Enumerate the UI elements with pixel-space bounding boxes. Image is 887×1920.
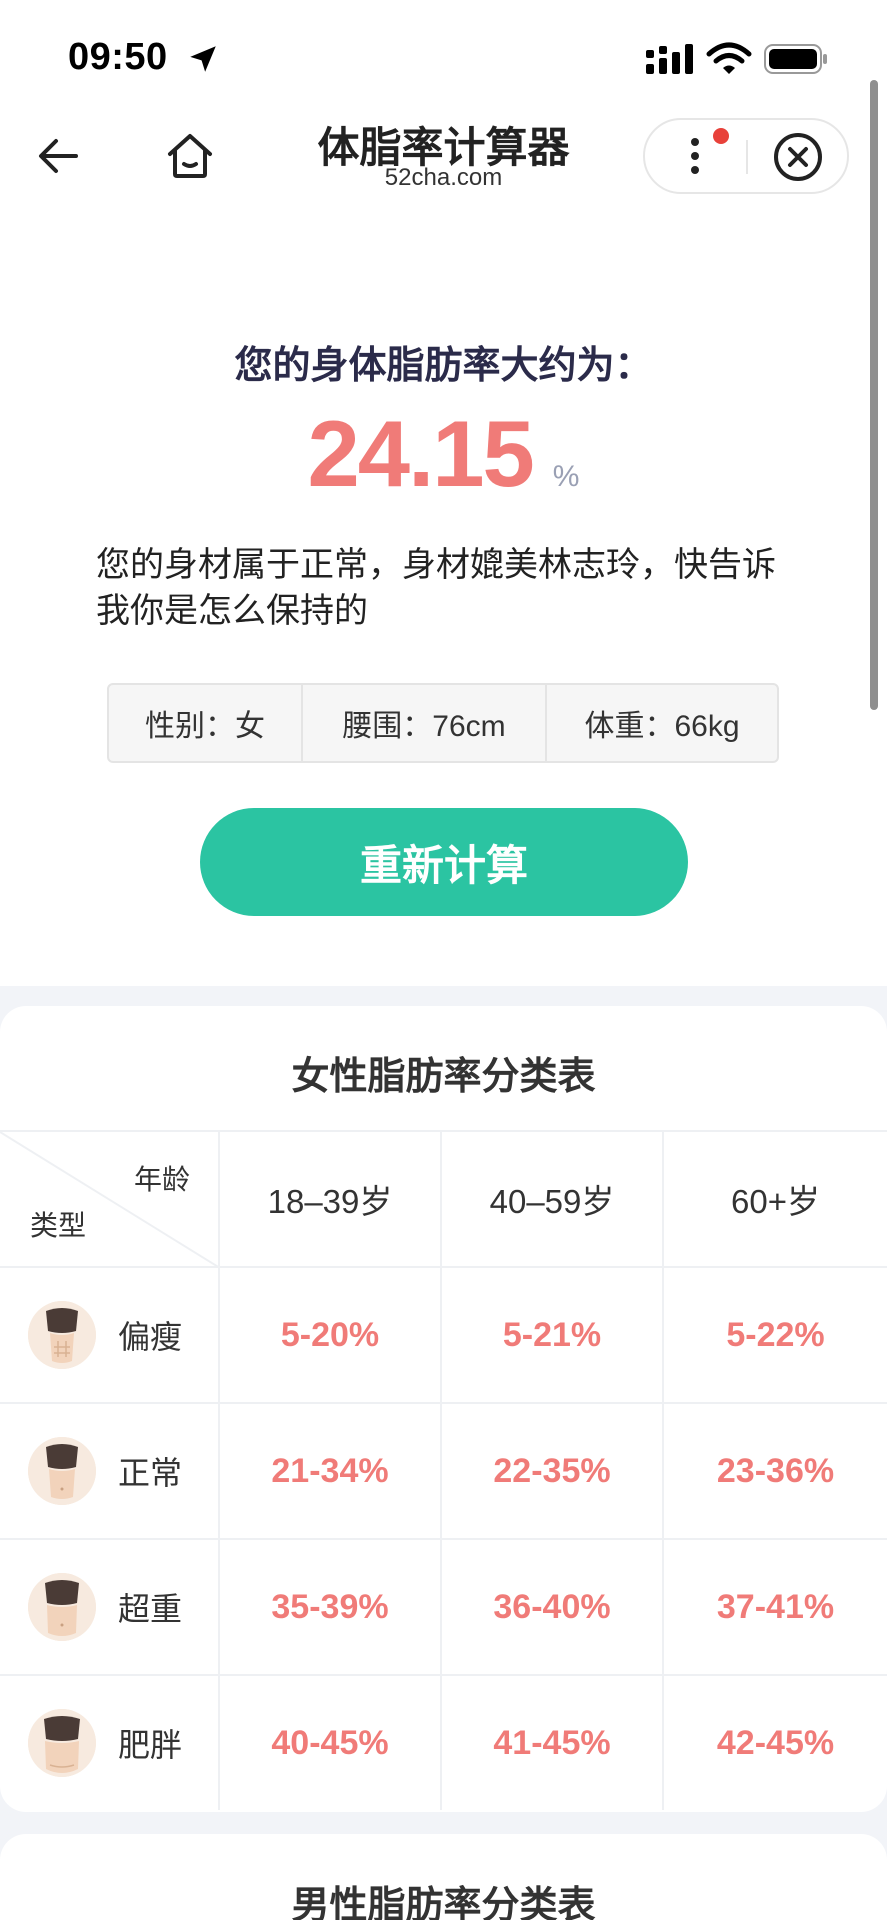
body-figure-icon (28, 1573, 96, 1641)
type-header: 类型 (30, 1210, 87, 1241)
table-row: 偏瘦 5-20% 5-21% 5-22% (0, 1266, 887, 1402)
range-cell: 5-20% (220, 1268, 442, 1402)
battery-icon (764, 44, 827, 74)
table-row: 超重 35-39% 36-40% 37-41% (0, 1538, 887, 1674)
body-figure-icon (28, 1709, 96, 1777)
range-cell: 35-39% (220, 1540, 442, 1674)
weight-info: 体重：66kg (584, 710, 740, 743)
body-figure-icon (28, 1437, 96, 1505)
range-cell: 22-35% (442, 1404, 664, 1538)
status-bar: 09:50 (0, 0, 887, 110)
status-time: 09:50 (68, 36, 168, 78)
table-header-row: 年龄 类型 18–39岁 40–59岁 60+岁 (0, 1130, 887, 1268)
result-value-row: 24.15% (0, 400, 887, 508)
result-description: 您的身材属于正常，身材媲美林志玲，快告诉我你是怎么保持的 (96, 546, 776, 630)
body-fat-value: 24.15 (307, 401, 535, 506)
close-circle-icon[interactable] (771, 130, 825, 184)
range-cell: 23-36% (716, 1451, 835, 1490)
notification-dot (713, 128, 729, 144)
female-fat-table: 年龄 类型 18–39岁 40–59岁 60+岁 偏瘦 5-20% 5-21% … (0, 1130, 887, 1810)
wifi-icon (706, 42, 752, 74)
range-cell: 36-40% (442, 1540, 664, 1674)
mini-program-capsule (643, 118, 849, 194)
table-row: 正常 21-34% 22-35% 23-36% (0, 1402, 887, 1538)
female-table-title: 女性脂肪率分类表 (291, 1056, 596, 1098)
range-cell: 42-45% (716, 1723, 835, 1762)
range-cell: 5-21% (442, 1268, 664, 1402)
waist-info: 腰围：76cm (303, 685, 547, 761)
range-cell: 40-45% (220, 1676, 442, 1810)
scrollbar[interactable] (870, 80, 878, 710)
column-header: 40–59岁 (442, 1132, 664, 1266)
range-cell: 5-22% (726, 1315, 825, 1354)
type-label: 肥胖 (118, 1727, 183, 1763)
type-cell: 肥胖 (0, 1676, 220, 1810)
age-header: 年龄 (133, 1164, 190, 1195)
body-fat-unit: % (552, 460, 580, 493)
male-table-title: 男性脂肪率分类表 (291, 1885, 596, 1920)
range-cell: 37-41% (716, 1587, 835, 1626)
corner-diagonal (0, 1132, 220, 1268)
column-header: 18–39岁 (220, 1132, 442, 1266)
capsule-divider (746, 140, 748, 174)
table-corner-cell: 年龄 类型 (0, 1132, 220, 1268)
type-label: 偏瘦 (118, 1319, 183, 1355)
range-cell: 21-34% (220, 1404, 442, 1538)
type-cell: 超重 (0, 1540, 220, 1674)
column-header: 60+岁 (731, 1183, 820, 1220)
signal-icon (646, 44, 693, 74)
type-label: 正常 (118, 1455, 183, 1491)
type-cell: 偏瘦 (0, 1268, 220, 1402)
input-summary: 性别：女 腰围：76cm 体重：66kg (107, 683, 779, 763)
type-cell: 正常 (0, 1404, 220, 1538)
gender-info: 性别：女 (109, 685, 303, 761)
type-label: 超重 (118, 1591, 183, 1627)
body-figure-icon (28, 1301, 96, 1369)
location-arrow-icon (190, 46, 216, 72)
recalculate-button[interactable]: 重新计算 (200, 808, 688, 916)
range-cell: 41-45% (442, 1676, 664, 1810)
result-heading: 您的身体脂肪率大约为： (234, 345, 653, 387)
table-row: 肥胖 40-45% 41-45% 42-45% (0, 1674, 887, 1810)
